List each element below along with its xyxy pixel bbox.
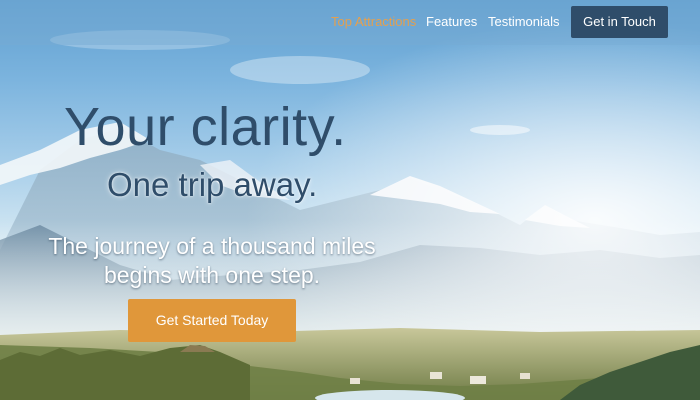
nav-link-top-attractions[interactable]: Top Attractions <box>331 14 416 30</box>
hero-subheadline: One trip away. <box>107 166 318 203</box>
nav-link-features[interactable]: Features <box>426 14 477 30</box>
hero-tagline-line-2: begins with one step. <box>103 262 321 288</box>
top-navigation-bar: Top Attractions Features Testimonials Ge… <box>0 0 700 45</box>
hero-headline: Your clarity. <box>64 97 347 157</box>
get-started-today-button[interactable]: Get Started Today <box>128 299 296 342</box>
mountain-landscape-background <box>0 0 700 400</box>
hero-section: Top Attractions Features Testimonials Ge… <box>0 0 700 400</box>
hero-tagline: The journey of a thousand miles begins w… <box>40 232 384 290</box>
get-in-touch-button[interactable]: Get in Touch <box>571 6 668 38</box>
hero-tagline-line-1: The journey of a thousand miles <box>48 233 376 259</box>
nav-link-testimonials[interactable]: Testimonials <box>488 14 560 30</box>
